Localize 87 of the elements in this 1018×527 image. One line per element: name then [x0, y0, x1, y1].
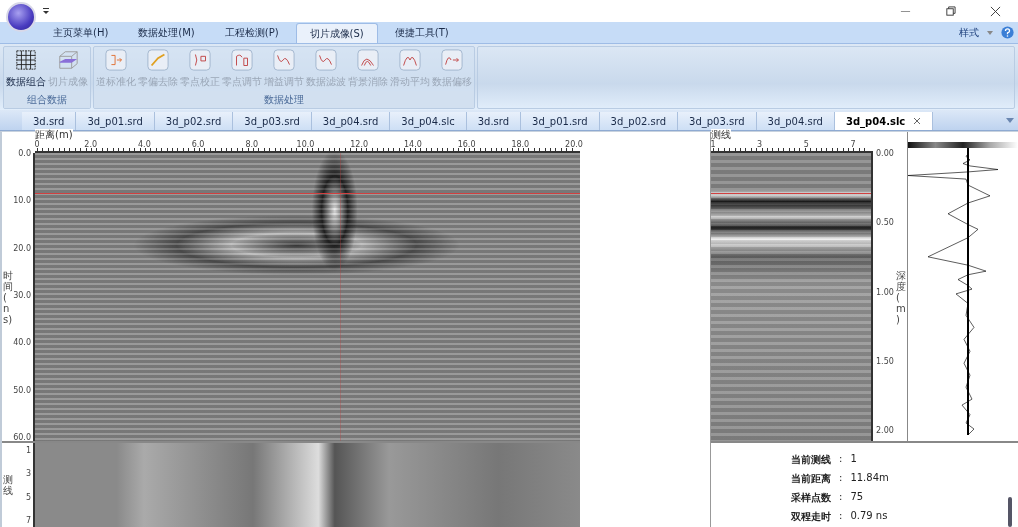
- axis-tick-label: 0.50: [876, 217, 894, 227]
- axis-tick-label: 10.0: [296, 141, 315, 149]
- axis-tick-label: 1.50: [876, 356, 894, 366]
- info-label: 当前距离: [791, 472, 831, 486]
- ribbon-group-label: 组合数据: [4, 91, 90, 108]
- axis-tick-label: 1: [710, 141, 716, 149]
- menu-tab[interactable]: 主页菜单(H): [40, 23, 122, 43]
- hill-icon: [357, 49, 379, 71]
- shift-icon: [441, 49, 463, 71]
- info-separator: :: [839, 491, 843, 504]
- help-icon[interactable]: [1001, 26, 1014, 39]
- tab-list-dropdown-icon[interactable]: [1006, 118, 1014, 123]
- axis-tick-label: 8.0: [245, 141, 259, 149]
- cube-icon: [57, 49, 79, 71]
- axis-tick-label: 30.0: [13, 290, 31, 300]
- document-tab[interactable]: 3d.srd: [22, 112, 77, 130]
- menu-tab[interactable]: 数据处理(M): [125, 23, 208, 43]
- document-tab[interactable]: 3d_p02.srd: [599, 112, 679, 130]
- axis-tick-label: 2.00: [876, 425, 894, 435]
- document-tab[interactable]: 3d.srd: [466, 112, 522, 130]
- info-label: 采样点数: [791, 491, 831, 505]
- axis-tick-label: 1.00: [876, 287, 894, 297]
- axis-tick-label: 0.0: [18, 148, 31, 158]
- axis-tick-label: 3: [25, 468, 31, 478]
- close-icon[interactable]: [913, 117, 922, 125]
- axis-tick-label: 10.0: [13, 195, 31, 205]
- axis-tick-label: 7: [850, 141, 856, 149]
- info-label: 当前测线: [791, 453, 831, 467]
- info-separator: :: [839, 510, 843, 523]
- axis-title: 时间(ns): [3, 269, 13, 325]
- info-value: 75: [850, 491, 864, 504]
- axis-title: 测线: [711, 129, 731, 140]
- document-tab[interactable]: 3d_p03.srd: [678, 112, 757, 130]
- peak-icon: [399, 49, 421, 71]
- menu-tab[interactable]: 工程检测(P): [211, 23, 292, 43]
- app-logo-icon[interactable]: [6, 2, 36, 32]
- info-value: 1: [850, 453, 857, 466]
- menu-tab[interactable]: 便捷工具(T): [381, 23, 462, 43]
- axis-tick-label: 5: [803, 141, 809, 149]
- adjust-icon: [231, 49, 253, 71]
- axis-tick-label: 20.0: [565, 141, 583, 149]
- scrollbar-thumb[interactable]: [1008, 497, 1012, 527]
- info-value: 0.79 ns: [850, 510, 888, 523]
- ribbon-button[interactable]: 数据组合: [5, 48, 47, 91]
- document-tab[interactable]: 3d_p02.srd: [154, 112, 234, 130]
- axis-tick-label: 40.0: [13, 337, 31, 347]
- menu-tab[interactable]: 切片成像(S): [295, 23, 378, 43]
- restore-icon[interactable]: [945, 5, 956, 17]
- axis-tick-label: 0: [34, 141, 40, 149]
- document-tab[interactable]: 3d_p04.srd: [311, 112, 391, 130]
- info-label: 双程走时: [791, 510, 831, 524]
- style-menu[interactable]: 样式: [959, 25, 979, 40]
- axis-tick-label: 18.0: [511, 141, 530, 149]
- axis-tick-label: 5: [25, 492, 31, 502]
- grid-icon: [15, 49, 37, 71]
- axis-tick-label: 60.0: [13, 432, 31, 442]
- axis-tick-label: 12.0: [350, 141, 369, 149]
- axis-tick-label: 7: [25, 515, 31, 525]
- document-tab[interactable]: 3d_p03.srd: [233, 112, 312, 130]
- axis-tick-label: 3: [757, 141, 763, 149]
- axis-tick-label: 1: [25, 445, 31, 455]
- close-icon[interactable]: [990, 5, 1001, 17]
- document-tab[interactable]: 3d_p04.slc: [835, 112, 934, 130]
- wave-icon: [315, 49, 337, 71]
- axis-title: 深度(m): [896, 269, 906, 325]
- axis-tick-label: 50.0: [13, 385, 31, 395]
- wave-icon: [273, 49, 295, 71]
- axis-tick-label: 16.0: [457, 141, 476, 149]
- document-tab[interactable]: 3d_p04.srd: [756, 112, 835, 130]
- info-separator: :: [839, 472, 843, 485]
- axis-tick-label: 14.0: [404, 141, 422, 149]
- ribbon-group-label: 数据处理: [94, 91, 474, 108]
- axis-title: 测线: [3, 474, 13, 496]
- info-value: 11.84m: [850, 472, 889, 485]
- document-tab[interactable]: 3d_p01.srd: [521, 112, 600, 130]
- axis-tick-label: 6.0: [191, 141, 205, 149]
- axis-tick-label: 4.0: [138, 141, 151, 149]
- document-tab[interactable]: 3d_p01.srd: [76, 112, 155, 130]
- axis-title: 距离(m): [35, 129, 73, 140]
- axis-tick-label: 0.00: [876, 148, 894, 158]
- axis-tick-label: 20.0: [13, 243, 31, 253]
- axis-tick-label: 2.0: [84, 141, 98, 149]
- info-separator: :: [839, 453, 843, 466]
- quick-access-dropdown-icon[interactable]: [42, 7, 50, 15]
- document-tab[interactable]: 3d_p04.slc: [390, 112, 467, 130]
- caret-icon: [987, 30, 993, 35]
- ramp-icon: [147, 49, 169, 71]
